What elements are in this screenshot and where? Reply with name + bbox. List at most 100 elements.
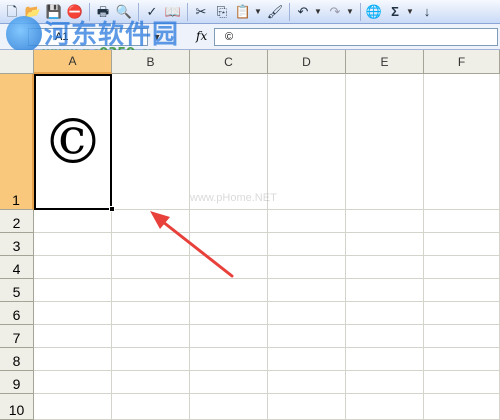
cell-d5[interactable] — [268, 279, 346, 302]
cell-a2[interactable] — [34, 210, 112, 233]
undo-icon[interactable]: ↶ — [293, 2, 313, 22]
row-header-7[interactable]: 7 — [0, 325, 34, 348]
cell-a5[interactable] — [34, 279, 112, 302]
save-icon[interactable]: 💾 — [44, 2, 64, 22]
cell-b1[interactable] — [112, 74, 190, 210]
cell-c9[interactable] — [190, 371, 268, 394]
cell-e5[interactable] — [346, 279, 424, 302]
format-painter-icon[interactable]: 🖌 — [265, 2, 285, 22]
paste-dropdown-icon[interactable]: ▼ — [254, 7, 262, 16]
cell-a8[interactable] — [34, 348, 112, 371]
spelling-icon[interactable]: ✓ — [142, 2, 162, 22]
cell-b4[interactable] — [112, 256, 190, 279]
column-header-e[interactable]: E — [346, 50, 424, 74]
cell-a6[interactable] — [34, 302, 112, 325]
row-header-5[interactable]: 5 — [0, 279, 34, 302]
cell-a10[interactable] — [34, 394, 112, 420]
cell-c1[interactable] — [190, 74, 268, 210]
research-icon[interactable]: 📖 — [163, 2, 183, 22]
cell-c3[interactable] — [190, 233, 268, 256]
cell-b2[interactable] — [112, 210, 190, 233]
row-header-2[interactable]: 2 — [0, 210, 34, 233]
print-icon[interactable]: 🖶 — [93, 2, 113, 22]
cell-a1[interactable]: © — [34, 74, 112, 210]
cell-d9[interactable] — [268, 371, 346, 394]
cell-f10[interactable] — [424, 394, 500, 420]
cell-c6[interactable] — [190, 302, 268, 325]
row-header-10[interactable]: 10 — [0, 394, 34, 420]
name-box[interactable]: A1 — [28, 28, 148, 46]
cell-e7[interactable] — [346, 325, 424, 348]
cell-d7[interactable] — [268, 325, 346, 348]
cell-f3[interactable] — [424, 233, 500, 256]
cell-b7[interactable] — [112, 325, 190, 348]
autosum-icon[interactable]: Σ — [385, 2, 405, 22]
select-all-corner[interactable] — [0, 50, 34, 74]
column-header-f[interactable]: F — [424, 50, 500, 74]
cell-e8[interactable] — [346, 348, 424, 371]
cell-e4[interactable] — [346, 256, 424, 279]
cell-d6[interactable] — [268, 302, 346, 325]
row-header-9[interactable]: 9 — [0, 371, 34, 394]
cell-c10[interactable] — [190, 394, 268, 420]
cell-d1[interactable] — [268, 74, 346, 210]
new-icon[interactable]: 🗋 — [2, 2, 22, 22]
cell-c2[interactable] — [190, 210, 268, 233]
permission-icon[interactable]: ⛔ — [65, 2, 85, 22]
copy-icon[interactable]: ⎘ — [212, 2, 232, 22]
print-preview-icon[interactable]: 🔍 — [114, 2, 134, 22]
column-header-d[interactable]: D — [268, 50, 346, 74]
cell-b5[interactable] — [112, 279, 190, 302]
cell-a9[interactable] — [34, 371, 112, 394]
cell-a7[interactable] — [34, 325, 112, 348]
fill-handle[interactable] — [109, 206, 115, 212]
cell-d4[interactable] — [268, 256, 346, 279]
cell-b6[interactable] — [112, 302, 190, 325]
sort-icon[interactable]: ↓ — [417, 2, 437, 22]
row-header-8[interactable]: 8 — [0, 348, 34, 371]
cell-c5[interactable] — [190, 279, 268, 302]
cell-e6[interactable] — [346, 302, 424, 325]
cell-f9[interactable] — [424, 371, 500, 394]
cell-d2[interactable] — [268, 210, 346, 233]
open-icon[interactable]: 📂 — [23, 2, 43, 22]
row-header-6[interactable]: 6 — [0, 302, 34, 325]
cell-b3[interactable] — [112, 233, 190, 256]
cell-f1[interactable] — [424, 74, 500, 210]
cell-c4[interactable] — [190, 256, 268, 279]
row-header-1[interactable]: 1 — [0, 74, 34, 210]
cut-icon[interactable]: ✂ — [191, 2, 211, 22]
cell-f5[interactable] — [424, 279, 500, 302]
cell-e9[interactable] — [346, 371, 424, 394]
column-header-b[interactable]: B — [112, 50, 190, 74]
cell-b10[interactable] — [112, 394, 190, 420]
cell-b8[interactable] — [112, 348, 190, 371]
name-box-dropdown-icon[interactable]: ▼ — [150, 30, 164, 44]
cell-c8[interactable] — [190, 348, 268, 371]
autosum-dropdown-icon[interactable]: ▼ — [406, 7, 414, 16]
row-header-4[interactable]: 4 — [0, 256, 34, 279]
insert-function-icon[interactable]: fx — [196, 29, 207, 43]
cell-d8[interactable] — [268, 348, 346, 371]
hyperlink-icon[interactable]: 🌐 — [364, 2, 384, 22]
column-header-a[interactable]: A — [34, 50, 112, 74]
cell-e1[interactable] — [346, 74, 424, 210]
redo-dropdown-icon[interactable]: ▼ — [346, 7, 354, 16]
cell-f4[interactable] — [424, 256, 500, 279]
cell-d10[interactable] — [268, 394, 346, 420]
cell-e3[interactable] — [346, 233, 424, 256]
undo-dropdown-icon[interactable]: ▼ — [314, 7, 322, 16]
cell-f8[interactable] — [424, 348, 500, 371]
row-header-3[interactable]: 3 — [0, 233, 34, 256]
cell-e2[interactable] — [346, 210, 424, 233]
redo-icon[interactable]: ↷ — [325, 2, 345, 22]
cell-b9[interactable] — [112, 371, 190, 394]
paste-icon[interactable]: 📋 — [233, 2, 253, 22]
cell-a3[interactable] — [34, 233, 112, 256]
cell-d3[interactable] — [268, 233, 346, 256]
cell-a4[interactable] — [34, 256, 112, 279]
cell-c7[interactable] — [190, 325, 268, 348]
cell-f6[interactable] — [424, 302, 500, 325]
cell-e10[interactable] — [346, 394, 424, 420]
cell-f2[interactable] — [424, 210, 500, 233]
